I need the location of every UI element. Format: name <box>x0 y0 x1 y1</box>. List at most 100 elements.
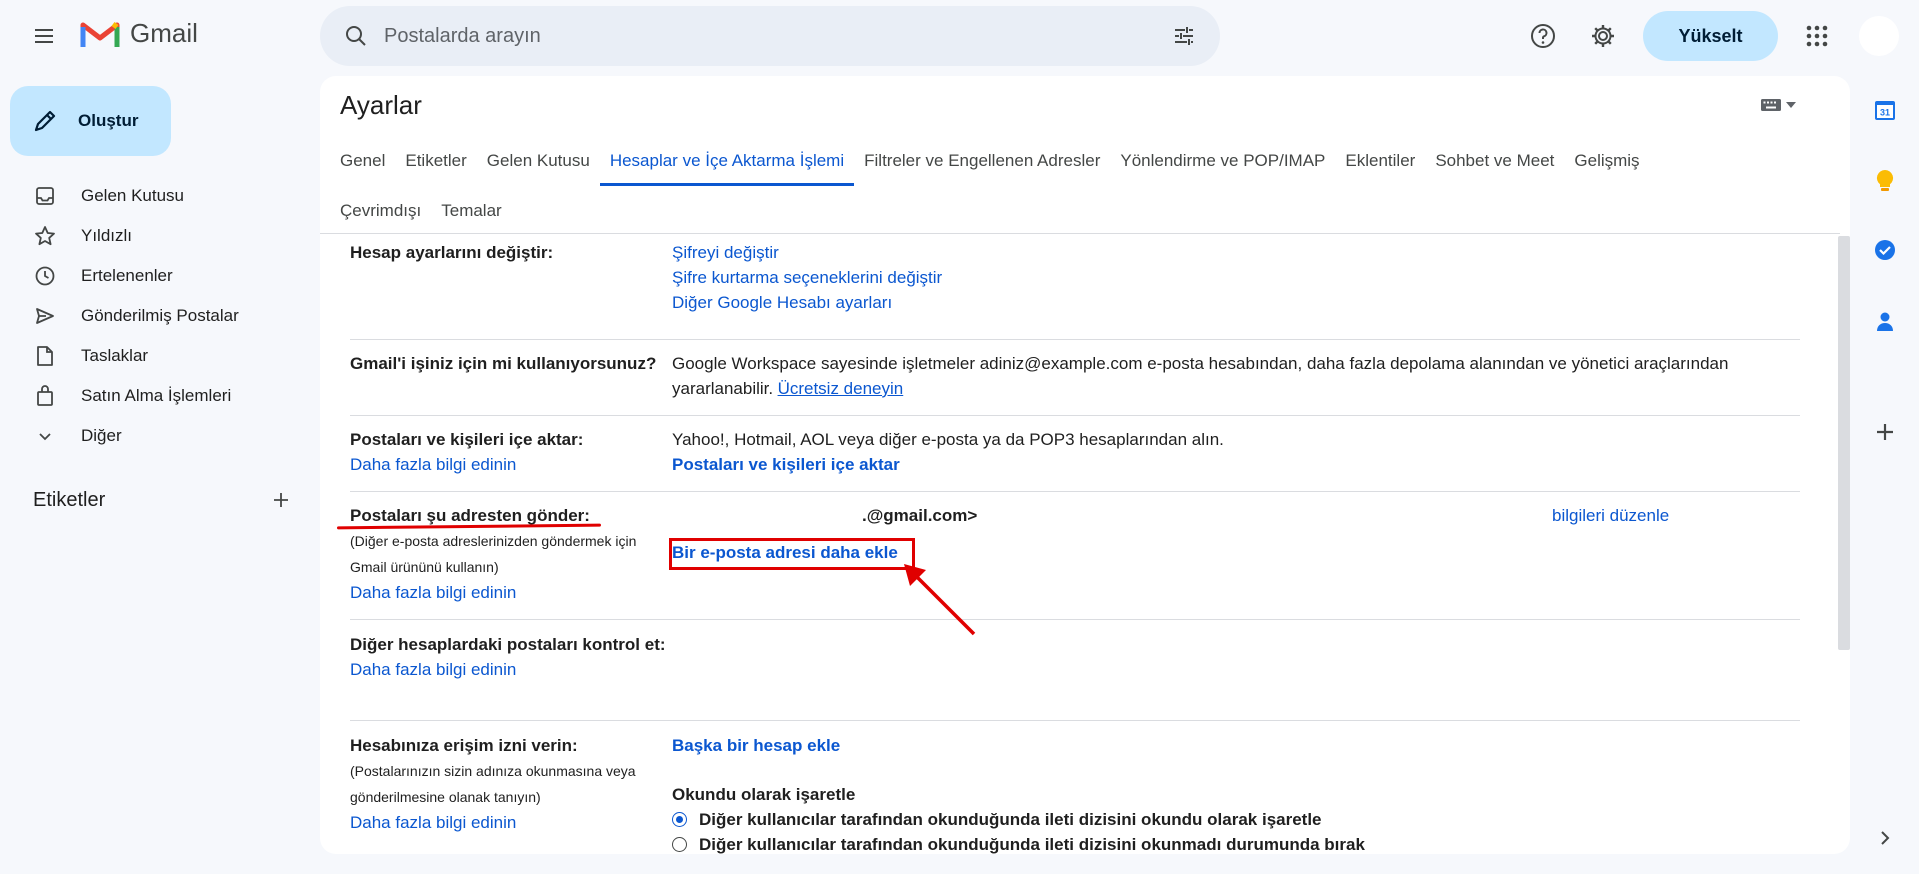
settings-tabs-row-1: Genel Etiketler Gelen Kutusu Hesaplar ve… <box>330 136 1650 186</box>
tab-advanced[interactable]: Gelişmiş <box>1564 136 1649 186</box>
sidebar-item-label: Gelen Kutusu <box>81 186 185 205</box>
grant-access-description: (Postalarınızın sizin adınıza okunmasına… <box>350 763 636 805</box>
tab-chat-meet[interactable]: Sohbet ve Meet <box>1425 136 1564 186</box>
search-options-icon[interactable] <box>1156 8 1212 64</box>
sidebar-item-drafts[interactable]: Taslaklar <box>0 336 300 376</box>
sidebar-item-inbox[interactable]: Gelen Kutusu <box>0 176 300 216</box>
app-name: Gmail <box>130 18 198 48</box>
settings-content: Hesap ayarlarını değiştir: Şifreyi değiş… <box>350 240 1800 854</box>
mark-read-option-read[interactable]: Diğer kullanıcılar tarafından okunduğund… <box>672 807 1800 832</box>
settings-tabs-row-2: Çevrimdışı Temalar <box>330 186 512 236</box>
settings-gear-icon[interactable] <box>1579 12 1627 60</box>
account-avatar[interactable] <box>1859 16 1899 56</box>
labels-title: Etiketler <box>33 488 106 511</box>
sidebar-item-purchases[interactable]: Satın Alma İşlemleri <box>0 376 300 416</box>
star-icon <box>33 224 57 248</box>
check-mail-row: Diğer hesaplardaki postaları kontrol et:… <box>350 620 1800 721</box>
free-trial-link[interactable]: Ücretsiz deneyin <box>778 379 904 398</box>
main-menu-button[interactable] <box>24 16 64 56</box>
check-mail-label: Diğer hesaplardaki postaları kontrol et: <box>350 635 666 654</box>
import-label: Postaları ve kişileri içe aktar: <box>350 430 584 449</box>
send-as-row: Postaları şu adresten gönder: (Diğer e-p… <box>350 492 1800 620</box>
apps-grid-icon[interactable] <box>1793 12 1841 60</box>
sidebar-item-label: Satın Alma İşlemleri <box>81 386 232 405</box>
expand-panel-icon[interactable] <box>1869 822 1901 854</box>
bag-icon <box>33 384 57 408</box>
tab-forwarding[interactable]: Yönlendirme ve POP/IMAP <box>1110 136 1335 186</box>
mark-read-option-unread[interactable]: Diğer kullanıcılar tarafından okunduğund… <box>672 832 1800 854</box>
contacts-icon[interactable] <box>1869 305 1901 337</box>
grant-access-row: Hesabınıza erişim izni verin: (Postaları… <box>350 721 1800 854</box>
tab-labels[interactable]: Etiketler <box>395 136 476 186</box>
tab-themes[interactable]: Temalar <box>431 186 511 236</box>
import-mail-contacts-link[interactable]: Postaları ve kişileri içe aktar <box>672 452 1800 477</box>
import-text: Yahoo!, Hotmail, AOL veya diğer e-posta … <box>672 430 1224 449</box>
settings-panel: Ayarlar Genel Etiketler Gelen Kutusu Hes… <box>320 76 1850 854</box>
sidebar-item-label: Yıldızlı <box>81 226 133 245</box>
sidebar-item-snoozed[interactable]: Ertelenenler <box>0 256 300 296</box>
import-row: Postaları ve kişileri içe aktar: Daha fa… <box>350 416 1800 492</box>
google-account-link[interactable]: Diğer Google Hesabı ayarları <box>672 290 1800 315</box>
search-bar <box>320 6 1220 66</box>
edit-info-link[interactable]: bilgileri düzenle <box>1552 503 1669 528</box>
send-icon <box>33 304 57 328</box>
tab-filters[interactable]: Filtreler ve Engellenen Adresler <box>854 136 1110 186</box>
sidebar-item-sent[interactable]: Gönderilmiş Postalar <box>0 296 300 336</box>
check-mail-learn-more-link[interactable]: Daha fazla bilgi edinin <box>350 657 670 682</box>
change-recovery-link[interactable]: Şifre kurtarma seçeneklerini değiştir <box>672 265 1800 290</box>
compose-label: Oluştur <box>78 111 139 130</box>
gmail-logo[interactable]: Gmail <box>80 18 198 49</box>
account-settings-label: Hesap ayarlarını değiştir: <box>350 243 554 262</box>
search-input[interactable] <box>384 6 1156 66</box>
search-icon[interactable] <box>328 8 384 64</box>
clock-icon <box>33 264 57 288</box>
hamburger-icon <box>35 29 53 43</box>
labels-header: Etiketler <box>33 488 293 512</box>
grant-access-learn-more-link[interactable]: Daha fazla bilgi edinin <box>350 810 670 835</box>
mark-read-option-label: Diğer kullanıcılar tarafından okunduğund… <box>699 810 1322 829</box>
change-password-link[interactable]: Şifreyi değiştir <box>672 240 1800 265</box>
page-title: Ayarlar <box>340 90 422 120</box>
mark-read-option-label: Diğer kullanıcılar tarafından okunduğund… <box>699 835 1365 854</box>
add-label-icon[interactable] <box>269 488 293 512</box>
compose-button[interactable]: Oluştur <box>10 86 171 156</box>
draft-icon <box>33 344 57 368</box>
tabs-divider <box>320 233 1840 234</box>
keyboard-icon <box>1761 99 1781 111</box>
tab-inbox[interactable]: Gelen Kutusu <box>477 136 600 186</box>
tab-offline[interactable]: Çevrimdışı <box>330 186 431 236</box>
sidebar-nav: Gelen Kutusu Yıldızlı Ertelenenler Gönde… <box>0 176 300 456</box>
grant-access-label: Hesabınıza erişim izni verin: <box>350 736 578 755</box>
help-icon[interactable] <box>1519 12 1567 60</box>
gmail-m-icon <box>80 21 120 47</box>
send-as-learn-more-link[interactable]: Daha fazla bilgi edinin <box>350 580 670 605</box>
add-addon-icon[interactable] <box>1869 416 1901 448</box>
calendar-day: 31 <box>1880 108 1890 118</box>
tab-accounts-import[interactable]: Hesaplar ve İçe Aktarma İşlemi <box>599 136 855 186</box>
sidebar-item-label: Gönderilmiş Postalar <box>81 306 239 325</box>
sidebar-item-starred[interactable]: Yıldızlı <box>0 216 300 256</box>
workspace-label: Gmail'i işiniz için mi kullanıyorsunuz? <box>350 354 657 373</box>
upgrade-button[interactable]: Yükselt <box>1643 11 1778 61</box>
sidebar-item-label: Ertelenenler <box>81 266 173 285</box>
add-another-account-link[interactable]: Başka bir hesap ekle <box>672 733 1800 758</box>
send-as-description: (Diğer e-posta adreslerinizden göndermek… <box>350 533 637 575</box>
sidebar-item-more[interactable]: Diğer <box>0 416 300 456</box>
annotation-highlight-box <box>669 538 915 570</box>
calendar-icon[interactable]: 31 <box>1869 94 1901 126</box>
radio-selected[interactable] <box>672 812 687 827</box>
import-learn-more-link[interactable]: Daha fazla bilgi edinin <box>350 452 670 477</box>
input-tools-button[interactable] <box>1760 98 1796 112</box>
sidebar-item-label: Taslaklar <box>81 346 149 365</box>
tab-general[interactable]: Genel <box>330 136 395 186</box>
radio-unselected[interactable] <box>672 837 687 852</box>
workspace-row: Gmail'i işiniz için mi kullanıyorsunuz? … <box>350 340 1800 416</box>
caret-down-icon <box>1786 102 1796 108</box>
keep-icon[interactable] <box>1869 165 1901 197</box>
tasks-icon[interactable] <box>1869 234 1901 266</box>
sidebar-item-label: Diğer <box>81 426 122 445</box>
tab-addons[interactable]: Eklentiler <box>1335 136 1425 186</box>
settings-scrollbar[interactable] <box>1838 236 1850 650</box>
account-settings-row: Hesap ayarlarını değiştir: Şifreyi değiş… <box>350 240 1800 340</box>
annotation-arrow-icon <box>904 564 976 636</box>
